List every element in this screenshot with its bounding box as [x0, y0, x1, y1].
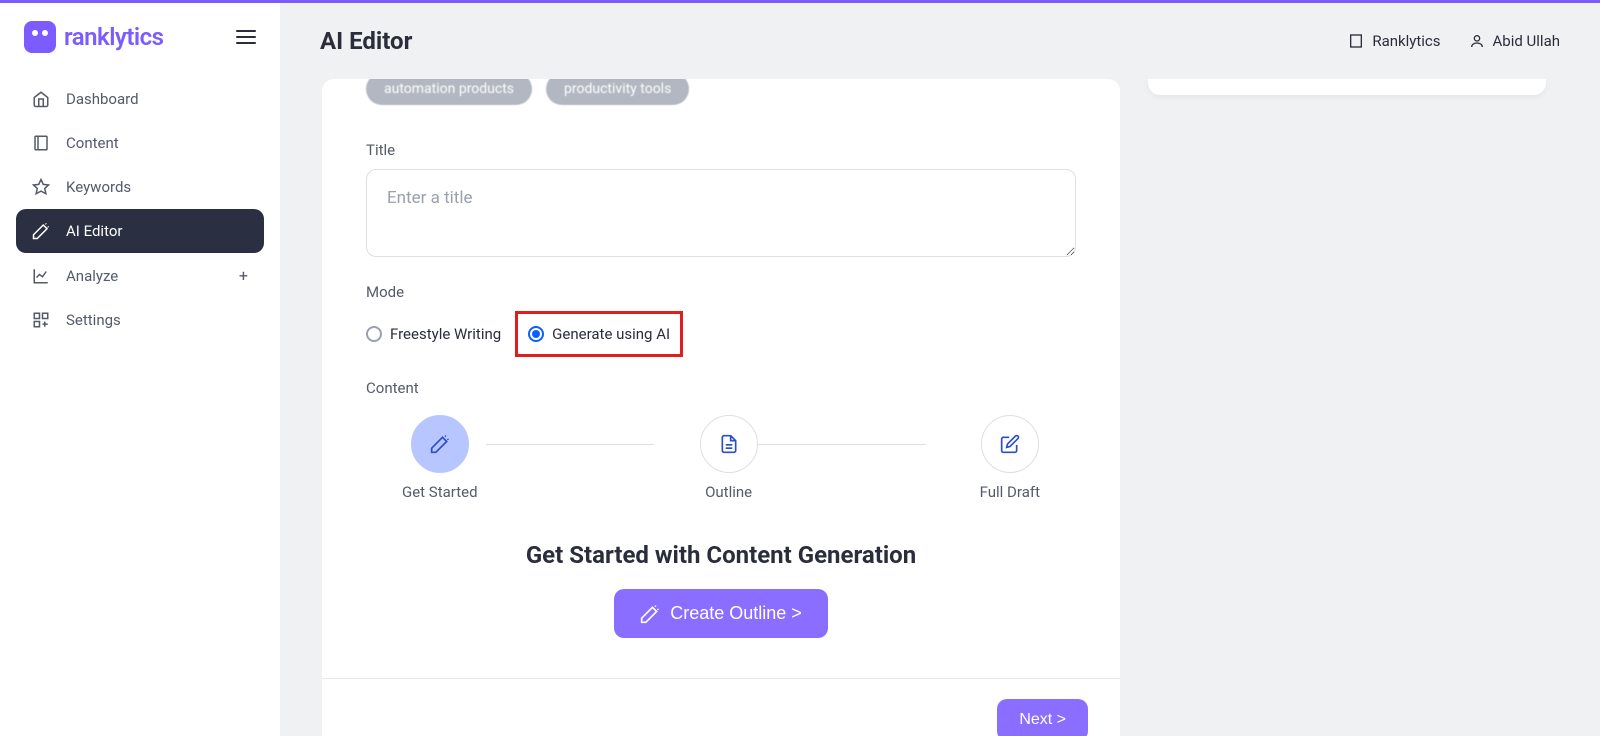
sidebar-item-keywords[interactable]: Keywords	[16, 165, 264, 209]
document-icon	[719, 434, 739, 454]
content-stepper: Get Started Outline Full Draft	[402, 415, 1040, 501]
mode-ai-option[interactable]: Generate using AI	[528, 325, 670, 343]
sidebar-item-dashboard[interactable]: Dashboard	[16, 77, 264, 121]
expand-icon[interactable]: +	[239, 266, 248, 285]
user-menu[interactable]: Abid Ullah	[1469, 32, 1560, 50]
hamburger-icon[interactable]	[236, 30, 256, 44]
step-connector	[758, 444, 926, 445]
sidebar-item-label: Analyze	[66, 267, 118, 285]
cta-heading: Get Started with Content Generation	[322, 541, 1120, 569]
logo-row: ranklytics	[0, 3, 280, 69]
radio-icon	[528, 326, 544, 342]
content-label: Content	[322, 379, 1120, 397]
sidebar-item-label: Dashboard	[66, 90, 139, 108]
content-icon	[32, 134, 50, 152]
sidebar-item-label: Content	[66, 134, 119, 152]
building-icon	[1348, 33, 1364, 49]
tag[interactable]: productivity tools	[546, 79, 689, 105]
header-right: Ranklytics Abid Ullah	[1348, 32, 1560, 50]
side-panel-peek	[1148, 79, 1546, 95]
org-switcher[interactable]: Ranklytics	[1348, 32, 1440, 50]
home-icon	[32, 90, 50, 108]
step-label: Full Draft	[980, 483, 1040, 501]
button-label: Create Outline >	[670, 603, 802, 624]
wand-icon	[430, 434, 450, 454]
step-outline[interactable]: Outline	[700, 415, 758, 501]
user-name: Abid Ullah	[1493, 32, 1560, 50]
radio-label: Freestyle Writing	[390, 325, 501, 343]
logo[interactable]: ranklytics	[24, 21, 164, 53]
tag[interactable]: automation products	[366, 79, 532, 105]
wand-icon	[640, 604, 660, 624]
chart-icon	[32, 267, 50, 285]
step-circle	[411, 415, 469, 473]
wand-icon	[32, 222, 50, 240]
sidebar-item-label: AI Editor	[66, 222, 122, 240]
logo-text: ranklytics	[64, 23, 164, 51]
radio-label: Generate using AI	[552, 325, 670, 343]
star-icon	[32, 178, 50, 196]
org-name: Ranklytics	[1372, 32, 1440, 50]
step-full-draft[interactable]: Full Draft	[980, 415, 1040, 501]
step-circle	[981, 415, 1039, 473]
header: AI Editor Ranklytics Abid Ullah	[280, 3, 1600, 79]
grid-icon	[32, 311, 50, 329]
page-title: AI Editor	[320, 27, 412, 55]
title-label: Title	[322, 141, 1120, 159]
sidebar-item-ai-editor[interactable]: AI Editor	[16, 209, 264, 253]
keyword-tags: automation products productivity tools	[322, 79, 1120, 119]
mode-options: Freestyle Writing Generate using AI	[322, 311, 1120, 357]
title-input[interactable]	[366, 169, 1076, 257]
step-connector	[486, 444, 654, 445]
main: automation products productivity tools T…	[280, 79, 1600, 736]
sidebar-item-settings[interactable]: Settings	[16, 298, 264, 342]
editor-card: automation products productivity tools T…	[322, 79, 1120, 736]
sidebar-item-analyze[interactable]: Analyze +	[16, 253, 264, 298]
step-circle	[700, 415, 758, 473]
card-footer: Next >	[322, 678, 1120, 736]
next-button[interactable]: Next >	[997, 699, 1088, 736]
step-get-started[interactable]: Get Started	[402, 415, 478, 501]
sidebar: ranklytics Dashboard Content Keywords	[0, 3, 280, 736]
step-label: Get Started	[402, 483, 478, 501]
user-icon	[1469, 33, 1485, 49]
mode-label: Mode	[322, 283, 1120, 301]
nav: Dashboard Content Keywords AI Editor Ana…	[0, 69, 280, 350]
highlight-box: Generate using AI	[515, 311, 683, 357]
sidebar-item-label: Settings	[66, 311, 121, 329]
sidebar-item-content[interactable]: Content	[16, 121, 264, 165]
sidebar-item-label: Keywords	[66, 178, 131, 196]
radio-icon	[366, 326, 382, 342]
step-label: Outline	[705, 483, 752, 501]
edit-icon	[1000, 434, 1020, 454]
logo-icon	[24, 21, 56, 53]
create-outline-button[interactable]: Create Outline >	[614, 589, 828, 638]
mode-freestyle-option[interactable]: Freestyle Writing	[366, 325, 501, 343]
